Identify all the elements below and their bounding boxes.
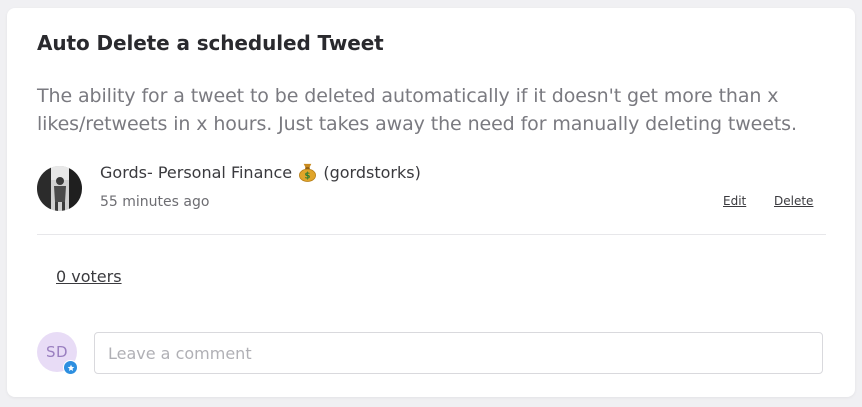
post-description: The ability for a tweet to be deleted au… <box>37 85 797 135</box>
author-avatar <box>37 166 82 211</box>
post-card: Auto Delete a scheduled Tweet The abilit… <box>7 8 855 397</box>
star-badge-icon <box>63 360 78 375</box>
edit-link[interactable]: Edit <box>723 194 746 208</box>
author-photo-icon <box>37 166 82 211</box>
svg-text:$: $ <box>305 172 311 182</box>
author-name: Gords- Personal Finance <box>100 163 293 182</box>
divider <box>37 234 826 235</box>
comment-input[interactable] <box>94 332 823 374</box>
money-bag-icon: $ <box>299 163 317 182</box>
voters-link[interactable]: 0 voters <box>56 267 122 286</box>
post-title: Auto Delete a scheduled Tweet <box>37 31 384 55</box>
delete-link[interactable]: Delete <box>774 194 813 208</box>
current-user-initials: SD <box>45 343 69 361</box>
post-timestamp: 55 minutes ago <box>100 194 210 210</box>
author-line: Gords- Personal Finance $ (gordstorks) <box>100 162 421 182</box>
author-handle: (gordstorks) <box>323 163 421 182</box>
